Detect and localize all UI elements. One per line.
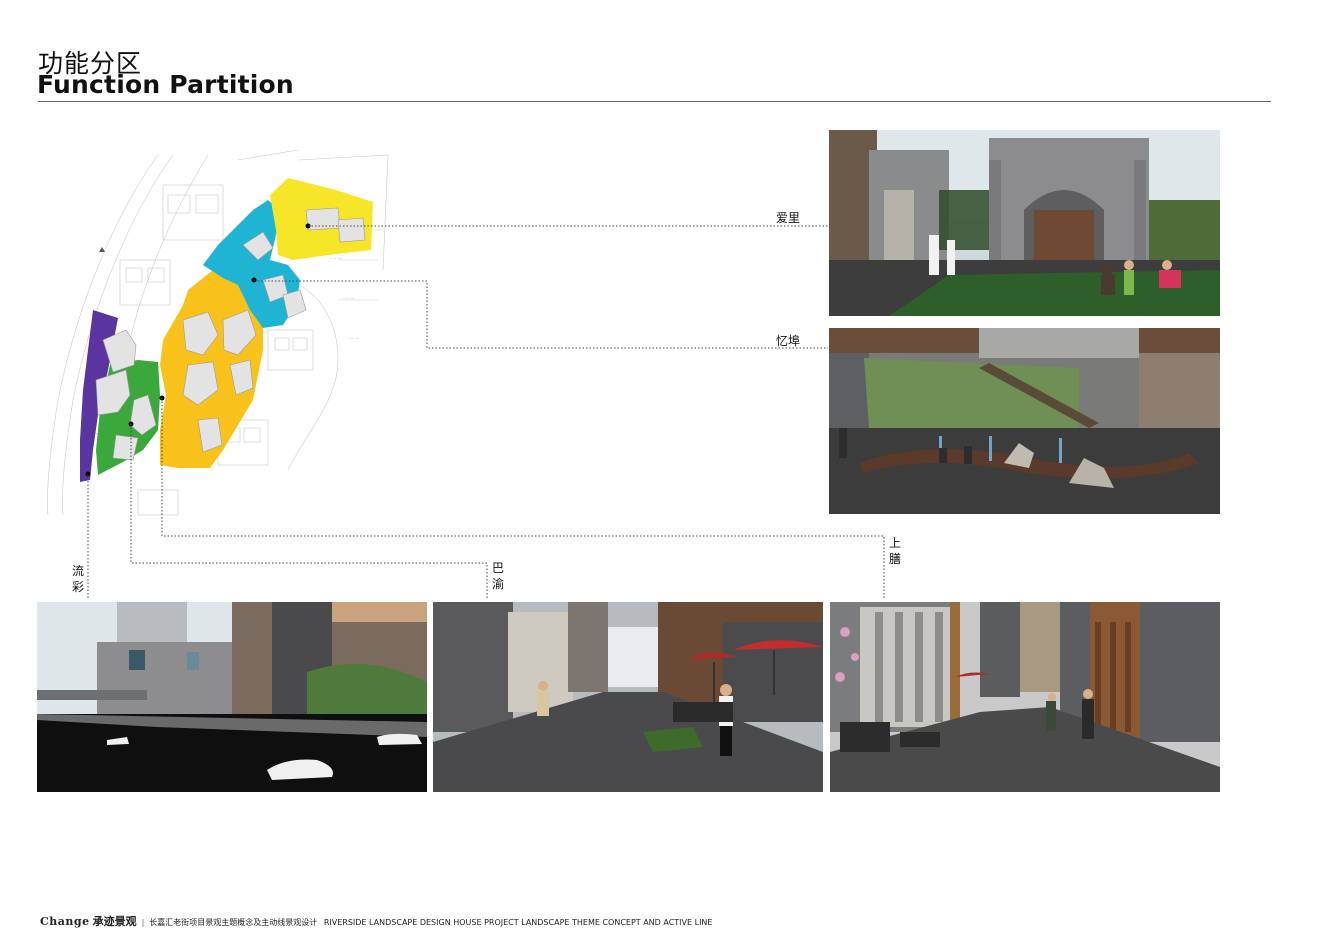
footer-separator: |	[141, 918, 145, 927]
zone-label-yibu: 忆埠	[776, 334, 801, 348]
zone-label-liucai: 流彩	[71, 564, 84, 594]
zone-label-shangshan: 上膳	[888, 536, 901, 566]
render-photo-bayu	[433, 602, 823, 792]
brand-logo: Change	[40, 915, 90, 928]
render-photo-shangshan	[830, 602, 1220, 792]
project-title-cn: 长嘉汇老街项目景观主题概念及主动线景观设计	[149, 918, 318, 927]
render-photo-aili	[829, 130, 1220, 316]
zone-label-aili: 爱里	[776, 211, 801, 225]
render-photo-liucai	[37, 602, 427, 792]
project-title-en: RIVERSIDE LANDSCAPE DESIGN HOUSE PROJECT…	[323, 918, 713, 927]
brand-name-cn: 承迹景观	[92, 915, 137, 928]
zone-label-bayu: 巴渝	[491, 561, 504, 591]
footer: Change 承迹景观 | 长嘉汇老街项目景观主题概念及主动线景观设计 RIVERSI…	[40, 913, 712, 929]
render-photo-yibu	[829, 328, 1220, 514]
